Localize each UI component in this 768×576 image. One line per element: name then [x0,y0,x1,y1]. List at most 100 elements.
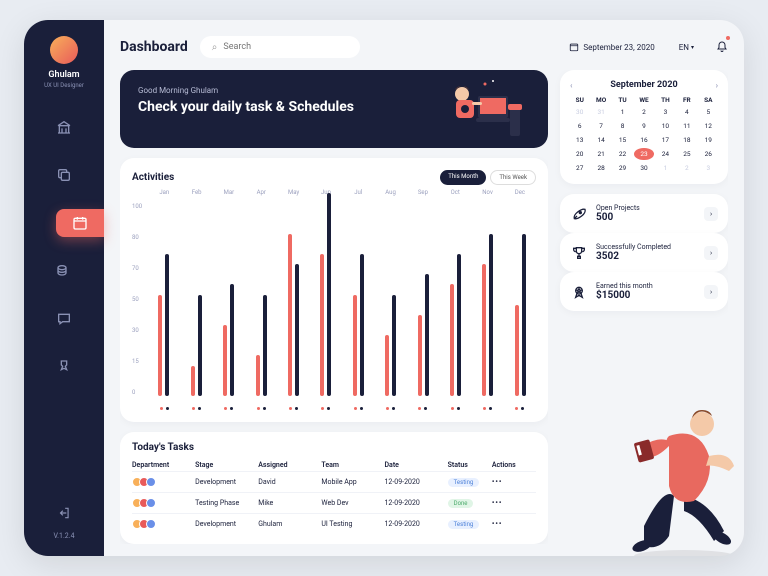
stat-arrow[interactable]: › [704,246,718,260]
stat-label: Open Projects [596,204,696,212]
stat-arrow[interactable]: › [704,285,718,299]
calendar-day[interactable]: 30 [634,162,653,174]
nav-copy[interactable] [48,161,80,189]
search-box[interactable]: ⌕ [200,36,360,58]
bar[interactable] [191,366,195,396]
row-actions[interactable]: ••• [492,520,536,528]
activities-card: Activities This Month This Week 10080705… [120,158,548,422]
calendar-day[interactable]: 18 [677,134,696,146]
bar[interactable] [288,234,292,396]
logout-button[interactable] [57,505,71,524]
calendar-day[interactable]: 5 [699,106,718,118]
notifications-button[interactable] [716,38,728,57]
calendar-prev[interactable]: ‹ [570,81,573,90]
calendar-day[interactable]: 12 [699,120,718,132]
bar[interactable] [230,284,234,396]
calendar-day[interactable]: 20 [570,148,589,160]
table-row[interactable]: DevelopmentGhulamUI Testing12-09-2020Tes… [132,513,536,534]
calendar-day[interactable]: 26 [699,148,718,160]
bar[interactable] [360,254,364,396]
table-row[interactable]: DevelopmentDavidMobile App12-09-2020Test… [132,471,536,492]
calendar-day[interactable]: 24 [656,148,675,160]
calendar-day[interactable]: 14 [591,134,610,146]
calendar-day[interactable]: 17 [656,134,675,146]
bar[interactable] [320,254,324,396]
bar[interactable] [198,295,202,397]
stat-arrow[interactable]: › [704,207,718,221]
calendar-day[interactable]: 31 [591,106,610,118]
calendar-day[interactable]: 28 [591,162,610,174]
bar[interactable] [392,295,396,397]
stat-card[interactable]: Earned this month$15000› [560,272,728,311]
calendar-day[interactable]: 2 [677,162,696,174]
calendar-day[interactable]: 7 [591,120,610,132]
toggle-month[interactable]: This Month [440,170,486,185]
calendar-day[interactable]: 13 [570,134,589,146]
calendar-day[interactable]: 11 [677,120,696,132]
department-avatars [132,498,195,508]
bar[interactable] [256,355,260,396]
calendar-day[interactable]: 29 [613,162,632,174]
chat-icon [56,311,72,327]
nav-calendar[interactable] [56,209,104,237]
bar[interactable] [515,305,519,396]
avatar[interactable] [50,36,78,64]
stat-value: $15000 [596,290,696,301]
bar[interactable] [418,315,422,396]
bar[interactable] [223,325,227,396]
bar[interactable] [327,193,331,396]
calendar-day[interactable]: 8 [613,120,632,132]
bar[interactable] [489,234,493,396]
calendar-next[interactable]: › [716,81,718,90]
bar[interactable] [165,254,169,396]
calendar-day[interactable]: 19 [699,134,718,146]
calendar-day[interactable]: 30 [570,106,589,118]
calendar-day[interactable]: 27 [570,162,589,174]
calendar-day[interactable]: 3 [699,162,718,174]
calendar-day[interactable]: 1 [613,106,632,118]
calendar-day[interactable]: 23 [634,148,653,160]
toggle-week[interactable]: This Week [490,170,536,185]
calendar-day[interactable]: 10 [656,120,675,132]
nav-institution[interactable] [48,113,80,141]
calendar-day[interactable]: 21 [591,148,610,160]
calendar-day[interactable]: 6 [570,120,589,132]
calendar-day[interactable]: 2 [634,106,653,118]
nav-award[interactable] [48,353,80,381]
bar[interactable] [450,284,454,396]
bar[interactable] [295,264,299,396]
bar[interactable] [425,274,429,396]
date-cell: 12-09-2020 [385,499,448,507]
bar[interactable] [457,254,461,396]
bar[interactable] [522,234,526,396]
date-display[interactable]: September 23, 2020 [569,42,654,52]
bar[interactable] [482,264,486,396]
nav-chat[interactable] [48,305,80,333]
row-actions[interactable]: ••• [492,478,536,486]
calendar-day[interactable]: 1 [656,162,675,174]
table-row[interactable]: Testing PhaseMikeWeb Dev12-09-2020Done••… [132,492,536,513]
tasks-card: Today's Tasks DepartmentStageAssignedTea… [120,432,548,544]
calendar-day[interactable]: 9 [634,120,653,132]
assigned-cell: Mike [258,499,321,507]
stat-card[interactable]: Open Projects500› [560,194,728,233]
search-input[interactable] [223,42,347,52]
stat-card[interactable]: Successfully Completed3502› [560,233,728,272]
stage-cell: Development [195,520,258,528]
calendar-day[interactable]: 15 [613,134,632,146]
row-actions[interactable]: ••• [492,499,536,507]
calendar-day[interactable]: 25 [677,148,696,160]
copy-icon [56,167,72,183]
calendar-day[interactable]: 4 [677,106,696,118]
nav-coins[interactable] [48,257,80,285]
assigned-cell: David [258,478,321,486]
calendar-card: ‹ September 2020 › SUMOTUWETHFRSA3031123… [560,70,728,184]
bar[interactable] [263,295,267,397]
calendar-day[interactable]: 3 [656,106,675,118]
language-selector[interactable]: EN▾ [679,43,694,52]
bar[interactable] [385,335,389,396]
bar[interactable] [158,295,162,397]
calendar-day[interactable]: 16 [634,134,653,146]
calendar-day[interactable]: 22 [613,148,632,160]
bar[interactable] [353,295,357,397]
